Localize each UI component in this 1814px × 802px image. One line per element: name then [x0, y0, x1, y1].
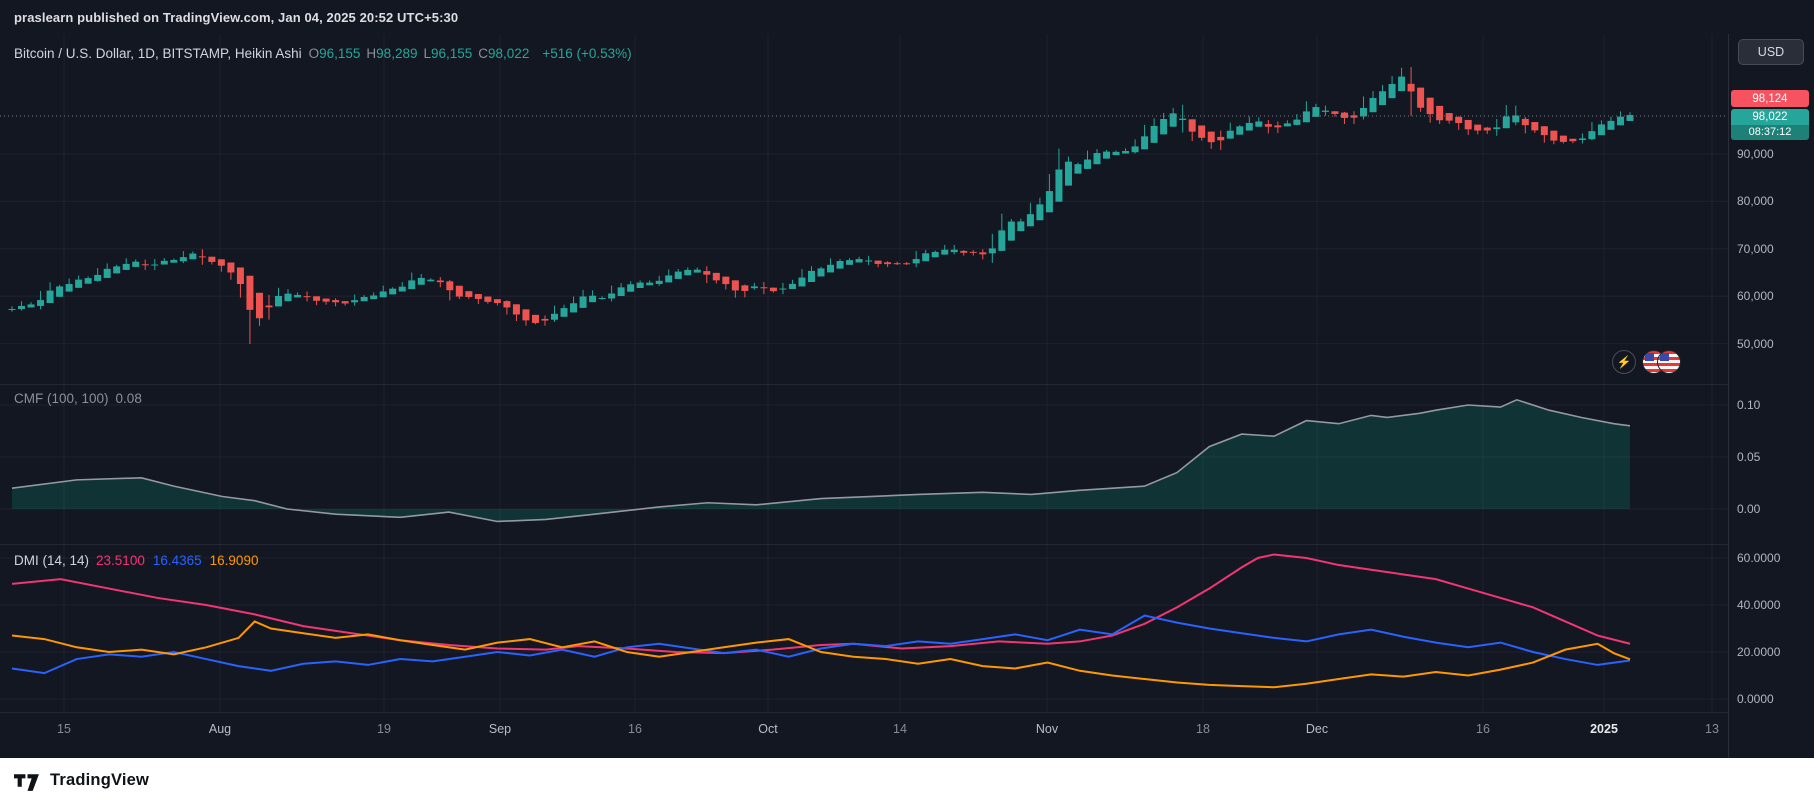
symbol-title[interactable]: Bitcoin / U.S. Dollar, 1D, BITSTAMP, Hei… [14, 46, 302, 61]
price-tick-label: 60,000 [1737, 289, 1774, 304]
main-legend: Bitcoin / U.S. Dollar, 1D, BITSTAMP, Hei… [14, 46, 632, 61]
flag-canton [1645, 353, 1654, 361]
time-tick-label: 16 [628, 722, 642, 736]
time-tick-label: 15 [57, 722, 71, 736]
cmf-title[interactable]: CMF (100, 100) [14, 391, 109, 406]
cmf-legend: CMF (100, 100) 0.08 [14, 391, 142, 406]
ohlc-item: C98,022 [478, 46, 530, 61]
price-tick-label: 0.05 [1737, 450, 1761, 464]
cmf-value: 0.08 [115, 391, 142, 406]
ohlc-item: L96,155 [423, 46, 473, 61]
us-flag-icon[interactable] [1657, 350, 1681, 374]
candlestick-chart[interactable] [0, 34, 1728, 384]
time-tick-label: Sep [488, 722, 512, 736]
time-tick-label: 14 [893, 722, 907, 736]
time-tick-label: 2025 [1590, 722, 1618, 736]
price-tick-label: 20.0000 [1737, 645, 1781, 659]
currency-button[interactable]: USD [1738, 39, 1804, 65]
time-tick-label: Aug [208, 722, 232, 736]
time-axis[interactable]: 15 Aug 19 Sep 16 Oct 14 Nov 18 Dec 16 2025 13 [0, 712, 1728, 758]
price-tick-label: 60.0000 [1737, 551, 1781, 565]
ohlc-item: O96,155 [308, 46, 361, 61]
dmi-value: 16.9090 [209, 553, 259, 568]
last-price-value: 98,022 [1752, 111, 1788, 123]
dmi-legend: DMI (14, 14) 23.5100 16.4365 16.9090 [14, 553, 266, 568]
time-tick-label: Oct [758, 722, 778, 736]
publish-banner: praslearn published on TradingView.com, … [0, 0, 1814, 34]
dmi-value: 16.4365 [152, 553, 202, 568]
time-tick-label: Nov [1035, 722, 1059, 736]
event-markers: ⚡ [1612, 350, 1681, 374]
flag-canton [1660, 353, 1669, 361]
time-tick-label: 19 [377, 722, 391, 736]
bar-countdown: 08:37:12 [1731, 125, 1809, 140]
dmi-value: 23.5100 [96, 553, 145, 568]
tradingview-logo-icon[interactable] [14, 770, 41, 791]
high-price-badge: 98,124 [1731, 90, 1809, 107]
price-tick-label: 70,000 [1737, 241, 1774, 256]
dmi-chart[interactable] [0, 544, 1728, 712]
publish-text: praslearn published on TradingView.com, … [14, 9, 459, 25]
price-tick-label: 50,000 [1737, 336, 1774, 351]
dmi-title[interactable]: DMI (14, 14) [14, 553, 89, 568]
dmi-values: 23.5100 16.4365 16.9090 [96, 553, 266, 568]
last-price-badge: 98,022 08:37:12 [1731, 109, 1809, 140]
lightning-icon[interactable]: ⚡ [1612, 350, 1636, 374]
dmi-indicator-pane[interactable]: DMI (14, 14) 23.5100 16.4365 16.9090 [0, 544, 1728, 713]
price-tick-label: 0.0000 [1737, 692, 1774, 706]
tradingview-published-chart: praslearn published on TradingView.com, … [0, 0, 1814, 802]
tradingview-wordmark[interactable]: TradingView [50, 771, 149, 790]
time-tick-label: 16 [1476, 722, 1490, 736]
price-tick-label: 40.0000 [1737, 598, 1781, 612]
cmf-chart[interactable] [0, 384, 1728, 544]
cmf-indicator-pane[interactable]: CMF (100, 100) 0.08 [0, 384, 1728, 545]
price-tick-label: 90,000 [1737, 147, 1774, 161]
main-price-pane[interactable]: Bitcoin / U.S. Dollar, 1D, BITSTAMP, Hei… [0, 34, 1728, 385]
price-tick-label: 0.00 [1737, 502, 1761, 516]
footer-bar: TradingView [0, 758, 1814, 802]
change-value: +516 (+0.53%) [542, 46, 632, 61]
price-tick-label: 0.10 [1737, 398, 1761, 412]
price-tick-label: 80,000 [1737, 194, 1774, 209]
price-axis[interactable]: USD 98,124 98,022 08:37:12 90,000 80,000 7… [1728, 34, 1814, 758]
ohlc-values: O96,155 H98,289 L96,155 C98,022 [309, 46, 536, 61]
time-tick-label: Dec [1305, 722, 1329, 736]
ohlc-item: H98,289 [366, 46, 418, 61]
time-tick-label: 18 [1196, 722, 1210, 736]
